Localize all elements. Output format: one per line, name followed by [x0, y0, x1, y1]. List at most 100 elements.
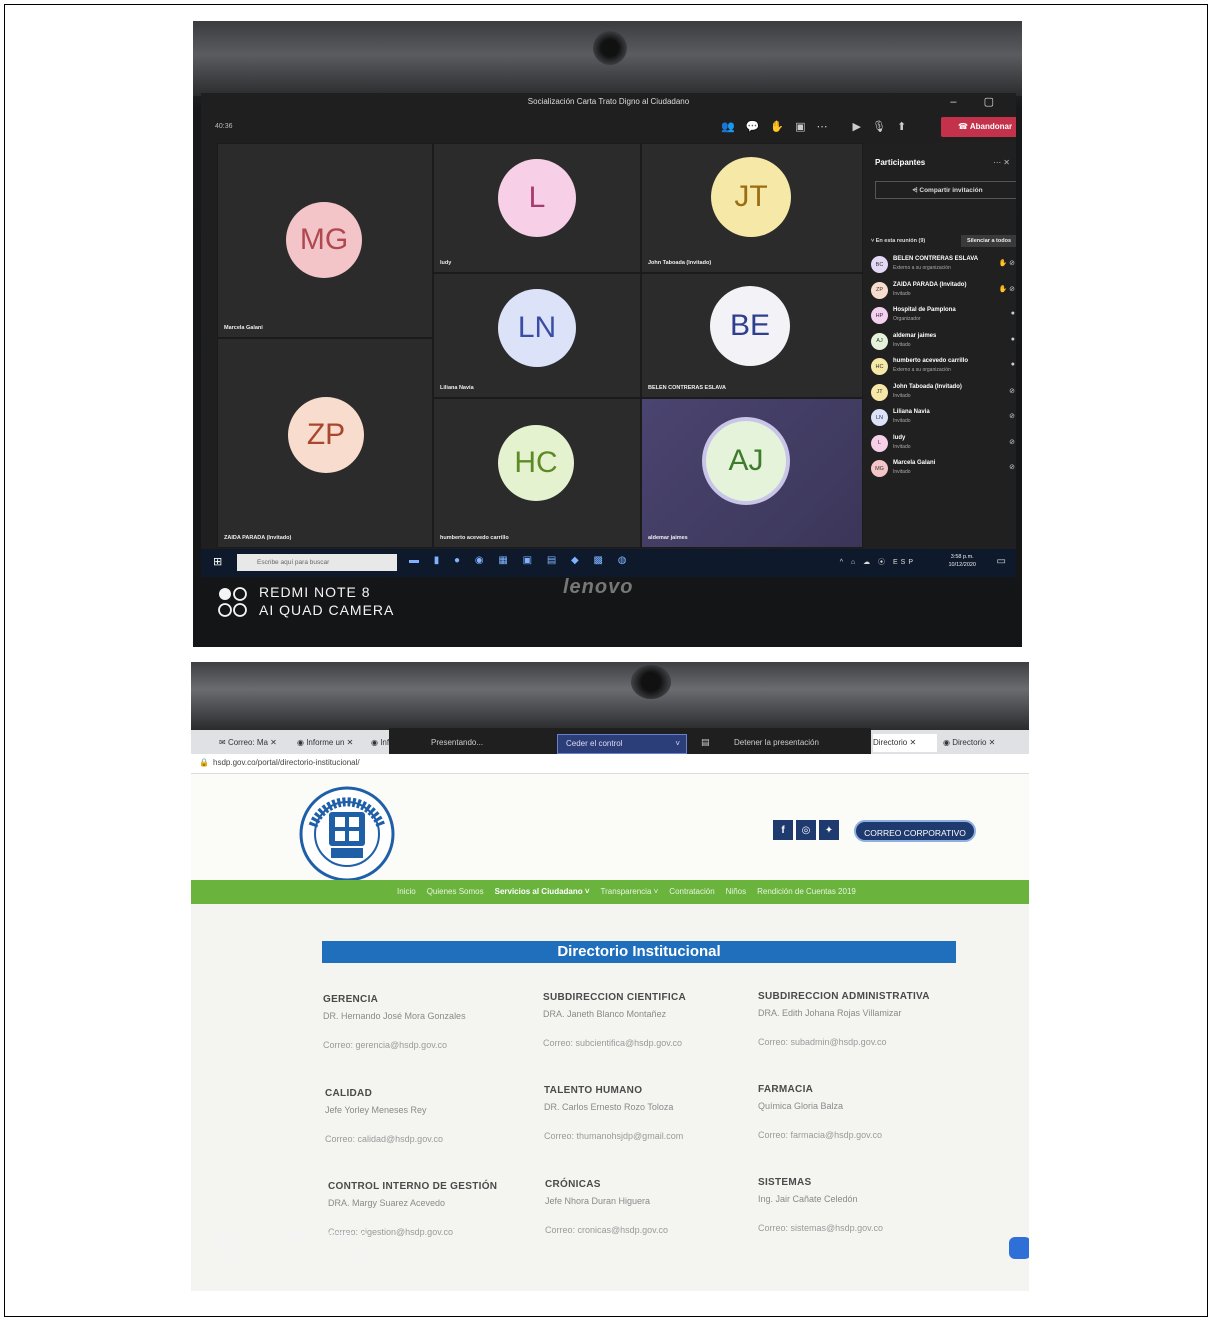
window-controls[interactable]: – ▢ — [950, 95, 1006, 108]
leave-button[interactable]: ☎ Abandonar — [941, 117, 1016, 137]
participant-row[interactable]: BC BELEN CONTRERAS ESLAVA Externo a su o… — [869, 253, 1016, 279]
participant-name: Hospital de Pamplona — [893, 307, 956, 313]
avatar: MG — [286, 202, 362, 278]
hospital-logo[interactable] — [299, 786, 395, 882]
globe-icon: ◉ — [943, 738, 953, 747]
taskbar-clock[interactable]: 3:58 p.m. 10/12/2020 — [948, 553, 976, 569]
facebook-icon[interactable]: f — [773, 820, 793, 840]
nav-item-servicios[interactable]: Servicios al Ciudadano ˅ — [495, 880, 590, 904]
participant-name: John Taboada (Invitado) — [893, 383, 962, 390]
participants-icon[interactable]: 👥 — [721, 120, 735, 133]
nav-item-contratacion[interactable]: Contratación — [669, 880, 714, 904]
raised-hand-icon: ✋ ⊘ — [998, 285, 1015, 293]
chat-icon[interactable]: 💬 — [746, 120, 760, 133]
email-link[interactable]: Correo: sistemas@hsdp.gov.co — [758, 1223, 968, 1233]
nav-item-inicio[interactable]: Inicio — [397, 880, 416, 904]
browser-tab[interactable]: ◉ Directorio ✕ — [943, 734, 1017, 752]
video-tile[interactable]: ZP ZAIDA PARADA (Invitado) — [217, 338, 433, 548]
system-tray[interactable]: ^ ⌂ ☁ ⦿ ESP — [840, 557, 916, 567]
email-link[interactable]: Correo: cronicas@hsdp.gov.co — [545, 1225, 755, 1235]
nav-item-ninos[interactable]: Niños — [726, 880, 746, 904]
address-bar[interactable]: 🔒 hsdp.gov.co/portal/directorio-instituc… — [191, 754, 1029, 774]
screen-icon[interactable]: ▤ — [701, 737, 710, 748]
video-tile[interactable]: JT John Taboada (Invitado) — [641, 143, 863, 273]
panel-close-icon[interactable]: ⋯ ✕ — [993, 158, 1010, 167]
webcam-icon — [593, 31, 627, 65]
video-tile[interactable]: HC humberto acevedo carrillo — [433, 398, 641, 548]
browser-tab[interactable]: ✉ Correo: Ma ✕ — [219, 734, 291, 752]
more-actions-icon[interactable]: ⋯ — [817, 120, 828, 133]
participant-row[interactable]: JT John Taboada (Invitado) Invitado ⊘ — [869, 381, 1016, 407]
tile-name: humberto acevedo carrillo — [440, 535, 509, 541]
rooms-icon[interactable]: ▣ — [795, 120, 805, 133]
participant-role: Externo a su organización — [893, 367, 951, 373]
notification-icon[interactable]: ▭ — [997, 556, 1006, 567]
avatar: AJ — [706, 421, 786, 501]
mic-off-icon: ⊘ — [1009, 438, 1015, 446]
participant-name: BELEN CONTRERAS ESLAVA — [893, 256, 979, 262]
participant-name: ZAIDA PARADA (Invitado) — [893, 281, 967, 288]
participant-row[interactable]: LN Liliana Navia Invitado ⊘ — [869, 406, 1016, 432]
participant-avatar: L — [871, 434, 888, 452]
nav-item-rendicion[interactable]: Rendición de Cuentas 2019 — [757, 880, 856, 904]
avatar: HC — [498, 425, 574, 501]
cede-control-dropdown[interactable]: Ceder el control ˅ — [557, 734, 687, 754]
in-meeting-header[interactable]: ˅ En esta reunión (9) — [871, 238, 925, 244]
tile-name: Liliana Navia — [440, 385, 474, 391]
phone-icon: ☎ — [957, 122, 970, 131]
participant-role: Invitado — [893, 392, 911, 399]
participant-role: Invitado — [893, 469, 911, 475]
participant-name: humberto acevedo carrillo — [893, 358, 969, 364]
instagram-icon[interactable]: ◎ — [796, 820, 816, 840]
social-links: f ◎ ✦ — [773, 820, 839, 840]
video-tile[interactable]: LN Liliana Navia — [433, 273, 641, 398]
twitter-icon[interactable]: ✦ — [819, 820, 839, 840]
browser-tab[interactable]: ◉ Informe un ✕ — [297, 734, 367, 752]
video-tile[interactable]: L ludy — [433, 143, 641, 273]
participant-row[interactable]: AJ aldemar jaimes Invitado ● — [869, 330, 1016, 356]
nav-item-quienes-somos[interactable]: Quienes Somos — [427, 880, 484, 904]
share-invite-button[interactable]: ⩤ Compartir invitación — [875, 181, 1016, 199]
mic-icon: ● — [1010, 310, 1015, 317]
video-tile-active[interactable]: AJ aldemar jaimes — [641, 398, 863, 548]
participant-role: Externo a su organización — [893, 265, 951, 271]
email-link[interactable]: Correo: subcientifica@hsdp.gov.co — [543, 1038, 753, 1048]
email-link[interactable]: Correo: farmacia@hsdp.gov.co — [758, 1130, 968, 1140]
directory-title: Directorio Institucional — [322, 941, 956, 963]
mic-off-icon: ⊘ — [1009, 413, 1015, 420]
email-link[interactable]: Correo: gerencia@hsdp.gov.co — [323, 1040, 533, 1050]
email-link[interactable]: Correo: thumanohsjdp@gmail.com — [544, 1131, 754, 1141]
mute-all-button[interactable]: Silenciar a todos — [961, 235, 1016, 247]
browser-tab-active[interactable]: Directorio ✕ — [873, 734, 937, 752]
windows-taskbar: ⊞ Escribe aquí para buscar ▬ ▮ ● ◉ ▦ ▣ ▤… — [201, 549, 1016, 577]
participant-row[interactable]: L ludy Invitado ⊘ — [869, 432, 1016, 458]
participant-row[interactable]: ZP ZAIDA PARADA (Invitado) Invitado ✋ ⊘ — [869, 279, 1016, 305]
raise-hand-icon[interactable]: ✋ — [770, 120, 784, 133]
nav-item-transparencia[interactable]: Transparencia ˅ — [601, 880, 659, 904]
participant-name: ludy — [893, 434, 906, 441]
directory-entry: CALIDAD Jefe Yorley Meneses Rey Correo: … — [325, 1088, 535, 1144]
share-screen-icon[interactable]: ⬆ — [897, 120, 906, 133]
corporate-mail-button[interactable]: CORREO CORPORATIVO — [854, 820, 976, 842]
presenting-label: Presentando... — [431, 738, 484, 747]
chat-help-button[interactable] — [1009, 1237, 1029, 1259]
participant-row[interactable]: MG Marcela Galani Invitado ⊘ — [869, 457, 1016, 483]
participant-row[interactable]: HP Hospital de Pamplona Organizador ● — [869, 304, 1016, 330]
video-tile[interactable]: BE BELEN CONTRERAS ESLAVA — [641, 273, 863, 398]
participant-row[interactable]: HC humberto acevedo carrillo Externo a s… — [869, 355, 1016, 381]
video-tile[interactable]: MG Marcela Galani — [217, 143, 433, 338]
mic-icon: ● — [1010, 335, 1015, 343]
email-link[interactable]: Correo: calidad@hsdp.gov.co — [325, 1134, 535, 1144]
lenovo-logo: lenovo — [563, 576, 634, 598]
windows-start-icon[interactable]: ⊞ — [213, 555, 222, 568]
taskbar-apps[interactable]: ▬ ▮ ● ◉ ▦ ▣ ▤ ◆ ▩ ◍ — [409, 555, 632, 566]
taskbar-search-input[interactable]: Escribe aquí para buscar — [237, 554, 397, 571]
teams-window: Socialización Carta Trato Digno al Ciuda… — [201, 93, 1016, 577]
camera-icon[interactable]: ▶ — [853, 120, 861, 133]
stop-presenting-button[interactable]: Detener la presentación — [734, 738, 819, 747]
main-nav: Inicio Quienes Somos Servicios al Ciudad… — [191, 880, 1029, 904]
tile-name: BELEN CONTRERAS ESLAVA — [648, 385, 727, 391]
email-link[interactable]: Correo: subadmin@hsdp.gov.co — [758, 1037, 968, 1047]
mic-icon[interactable]: 🎙 — [872, 120, 886, 133]
participant-name: aldemar jaimes — [893, 332, 937, 339]
